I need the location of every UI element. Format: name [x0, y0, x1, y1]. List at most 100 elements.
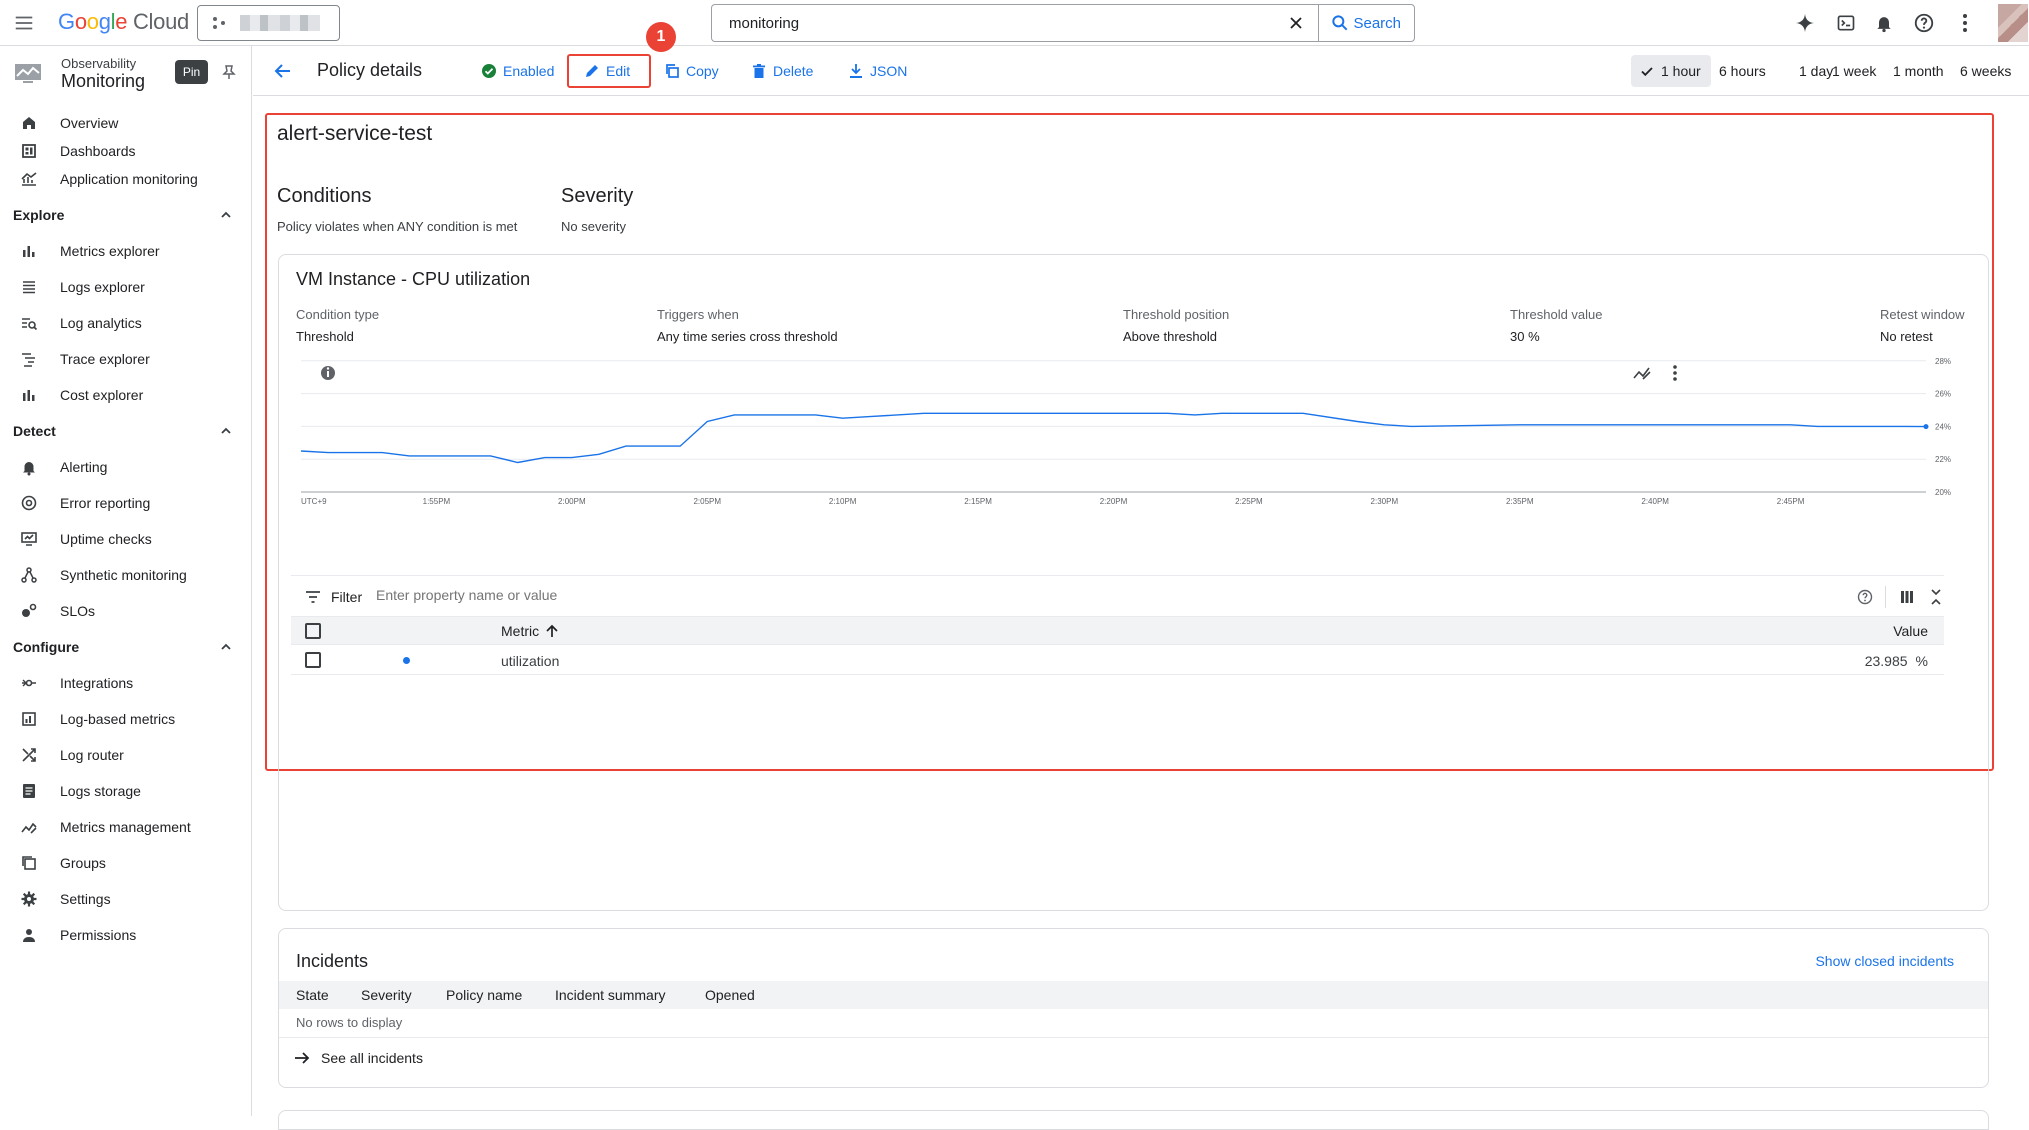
enabled-toggle[interactable]: Enabled [481, 60, 554, 82]
sidebar-item-log-router[interactable]: Log router [0, 737, 251, 773]
conditions-text: Policy violates when ANY condition is me… [277, 219, 518, 234]
filter-bar: Filter [291, 575, 1944, 617]
sidebar-item-synthetic-monitoring[interactable]: Synthetic monitoring [0, 557, 251, 593]
monitor-icon [21, 532, 37, 546]
pin-icon[interactable] [221, 64, 237, 80]
product-name: Monitoring [61, 71, 146, 91]
sidebar-item-trace-explorer[interactable]: Trace explorer [0, 341, 251, 377]
sidebar-item-integrations[interactable]: Integrations [0, 665, 251, 701]
show-closed-incidents-link[interactable]: Show closed incidents [1815, 953, 1954, 969]
collapse-icon[interactable] [1929, 588, 1943, 606]
delete-label: Delete [773, 63, 814, 79]
person-icon [23, 929, 35, 942]
clear-search-icon[interactable] [1274, 5, 1318, 41]
sidebar-item-application-monitoring[interactable]: Application monitoring [0, 161, 251, 197]
sidebar-section-configure[interactable]: Configure [0, 629, 251, 665]
sidebar-section-detect[interactable]: Detect [0, 413, 251, 449]
log-metrics-icon [22, 712, 36, 726]
storage-icon [23, 784, 35, 798]
series-end-point [1923, 424, 1929, 430]
prop-key: Threshold value [1510, 307, 1603, 322]
sidebar-item-cost-explorer[interactable]: Cost explorer [0, 377, 251, 413]
col-policy-name[interactable]: Policy name [446, 987, 522, 1003]
time-range-label: 1 week [1832, 63, 1877, 79]
enabled-label: Enabled [503, 63, 555, 79]
gemini-sparkle-icon[interactable] [1793, 11, 1817, 35]
sidebar: Observability Monitoring Pin Overview Da… [0, 46, 252, 1116]
sidebar-item-groups[interactable]: Groups [0, 845, 251, 881]
groups-icon [22, 856, 36, 870]
no-rows-text: No rows to display [296, 1015, 403, 1030]
time-range-6-hours[interactable]: 6 hours [1719, 55, 1766, 87]
chevron-up-icon [221, 211, 231, 218]
sidebar-item-label: Logs explorer [60, 279, 145, 295]
cloud-shell-icon[interactable] [1834, 11, 1858, 35]
sidebar-item-label: Groups [60, 855, 106, 871]
trash-icon [753, 64, 765, 78]
col-state[interactable]: State [296, 987, 329, 1003]
search-input[interactable] [712, 14, 1275, 32]
account-avatar[interactable] [1998, 4, 2028, 42]
back-arrow-icon[interactable] [271, 59, 295, 83]
delete-button[interactable]: Delete [751, 60, 813, 82]
project-picker[interactable] [197, 5, 340, 41]
sidebar-item-label: SLOs [60, 603, 96, 619]
sidebar-item-metrics-management[interactable]: Metrics management [0, 809, 251, 845]
sidebar-item-log-based-metrics[interactable]: Log-based metrics [0, 701, 251, 737]
legend-table-header: Metric Value [291, 617, 1944, 645]
time-range-6-weeks[interactable]: 6 weeks [1960, 55, 2011, 87]
google-cloud-logo[interactable]: Google Cloud [58, 9, 189, 35]
time-range-1-month[interactable]: 1 month [1893, 55, 1944, 87]
sidebar-item-settings[interactable]: Settings [0, 881, 251, 917]
sidebar-section-explore[interactable]: Explore [0, 197, 251, 233]
notifications-bell-icon[interactable] [1872, 11, 1896, 35]
sidebar-item-permissions[interactable]: Permissions [0, 917, 251, 953]
metric-column-header[interactable]: Metric [501, 623, 559, 639]
filter-icon[interactable] [305, 590, 321, 604]
filter-input[interactable] [376, 587, 876, 603]
col-opened[interactable]: Opened [705, 987, 755, 1003]
pin-button[interactable]: Pin [175, 60, 208, 84]
prop-key: Threshold position [1123, 307, 1230, 322]
col-severity[interactable]: Severity [361, 987, 412, 1003]
sidebar-item-alerting[interactable]: Alerting [0, 449, 251, 485]
monitoring-product-icon [15, 64, 41, 83]
select-all-checkbox[interactable] [305, 623, 321, 639]
sidebar-item-logs-explorer[interactable]: Logs explorer [0, 269, 251, 305]
chart-more-icon[interactable] [1673, 365, 1677, 381]
time-range-1-day[interactable]: 1 day [1799, 55, 1833, 87]
see-all-label: See all incidents [321, 1050, 423, 1066]
see-all-incidents-link[interactable]: See all incidents [293, 1049, 423, 1067]
json-button[interactable]: JSON [848, 60, 907, 82]
sidebar-item-uptime-checks[interactable]: Uptime checks [0, 521, 251, 557]
search-icon [1332, 15, 1348, 31]
info-icon[interactable] [321, 366, 335, 380]
row-checkbox[interactable] [305, 652, 321, 668]
sidebar-item-metrics-explorer[interactable]: Metrics explorer [0, 233, 251, 269]
edit-button[interactable]: Edit [584, 60, 630, 82]
prop-threshold-value: Threshold value 30 % [1510, 307, 1603, 344]
value-column-header[interactable]: Value [1893, 623, 1928, 639]
chart-explore-icon[interactable] [1633, 367, 1651, 380]
hamburger-menu-icon[interactable] [12, 11, 36, 35]
home-icon [23, 117, 35, 129]
x-tick-label: 2:25PM [1235, 497, 1263, 506]
sidebar-item-error-reporting[interactable]: Error reporting [0, 485, 251, 521]
table-help-icon[interactable] [1857, 589, 1873, 605]
section-title: Explore [13, 207, 65, 223]
time-range-1-week[interactable]: 1 week [1832, 55, 1876, 87]
help-icon[interactable] [1912, 11, 1936, 35]
search-button[interactable]: Search [1318, 5, 1414, 41]
search-box[interactable]: Search [711, 4, 1415, 42]
sidebar-item-slos[interactable]: SLOs [0, 593, 251, 629]
sidebar-item-logs-storage[interactable]: Logs storage [0, 773, 251, 809]
sidebar-item-label: Application monitoring [60, 171, 198, 187]
copy-button[interactable]: Copy [664, 60, 719, 82]
more-options-icon[interactable] [1953, 11, 1977, 35]
col-incident-summary[interactable]: Incident summary [555, 987, 665, 1003]
sidebar-item-log-analytics[interactable]: Log analytics [0, 305, 251, 341]
time-range-1-hour[interactable]: 1 hour [1631, 55, 1711, 87]
x-tick-label: 2:15PM [964, 497, 992, 506]
column-display-icon[interactable] [1900, 590, 1914, 604]
edit-label: Edit [606, 63, 631, 79]
